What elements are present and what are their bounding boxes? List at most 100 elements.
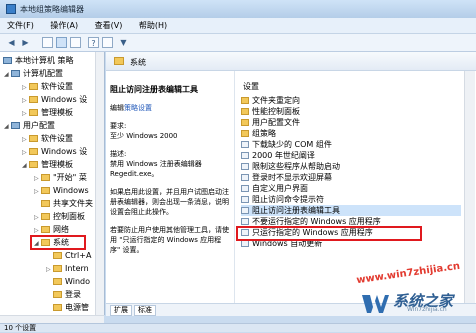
- tree-node-control-panel[interactable]: ▷ 控制面板: [34, 211, 85, 222]
- setting-label: 不要运行指定的 Windows 应用程序: [252, 217, 381, 226]
- tree-node-windows-hotkey[interactable]: Windo: [46, 276, 90, 287]
- collapse-icon[interactable]: ◢: [4, 69, 10, 80]
- setting-row[interactable]: 下载缺少的 COM 组件: [241, 139, 461, 150]
- folder-icon: [41, 187, 50, 194]
- expand-icon[interactable]: ▷: [34, 173, 40, 184]
- menu-help[interactable]: 帮助(H): [132, 18, 174, 31]
- folder-icon: [241, 97, 249, 104]
- menu-action[interactable]: 操作(A): [43, 18, 85, 31]
- folder-icon: [29, 148, 38, 155]
- tree-node-root[interactable]: 本地计算机 策略: [2, 55, 74, 66]
- list-vertical-scrollbar[interactable]: [464, 71, 475, 303]
- expand-icon[interactable]: ▷: [22, 134, 28, 145]
- tree-node-windows-settings[interactable]: ▷ Windows 设: [22, 94, 87, 105]
- tree-node-computer-config[interactable]: ◢ 计算机配置: [4, 68, 63, 79]
- highlight-box-system: [30, 235, 86, 250]
- expand-icon[interactable]: ▷: [34, 212, 40, 223]
- highlight-box-policy: [236, 226, 422, 241]
- setting-row[interactable]: 自定义用户界面: [241, 183, 461, 194]
- tree-node-start-menu[interactable]: ▷ "开始" 菜: [34, 172, 87, 183]
- setting-label: 2000 年世纪阐译: [252, 151, 315, 160]
- tree-node-internet[interactable]: ▷ Intern: [46, 263, 89, 274]
- expand-icon[interactable]: ▷: [22, 147, 28, 158]
- app-icon: [6, 4, 16, 14]
- watermark-logo-icon: [362, 295, 389, 313]
- folder-icon: [53, 304, 62, 311]
- forward-icon[interactable]: ▶: [20, 37, 31, 48]
- setting-row[interactable]: 组策略: [241, 128, 461, 139]
- details-header: 系统: [106, 52, 476, 71]
- setting-row[interactable]: 用户配置文件: [241, 117, 461, 128]
- setting-label: 阻止访问注册表编辑工具: [252, 206, 340, 215]
- status-bar: 10 个设置: [0, 323, 476, 332]
- help-icon[interactable]: ?: [88, 37, 99, 48]
- tree-node-admin-templates[interactable]: ▷ 管理模板: [22, 107, 73, 118]
- policy-settings-link[interactable]: 策略设置: [124, 104, 152, 112]
- requirements-label: 要求:: [110, 122, 127, 130]
- expand-icon[interactable]: ▷: [46, 264, 52, 275]
- tab-standard[interactable]: 标准: [134, 305, 156, 316]
- folder-icon: [41, 213, 50, 220]
- tab-extended[interactable]: 扩展: [110, 305, 132, 316]
- folder-icon: [241, 108, 249, 115]
- expand-icon[interactable]: ▷: [22, 82, 28, 93]
- setting-row[interactable]: 登录时不显示欢迎屏幕: [241, 172, 461, 183]
- folder-icon: [29, 83, 38, 90]
- tree-node-user-windows[interactable]: ▷ Windows 设: [22, 146, 87, 157]
- collapse-icon[interactable]: ◢: [4, 121, 10, 132]
- setting-row[interactable]: 文件夹重定向: [241, 95, 461, 106]
- setting-row[interactable]: 阻止访问命令提示符: [241, 194, 461, 205]
- folder-icon: [29, 161, 38, 168]
- filter-icon[interactable]: ▼: [118, 37, 129, 48]
- export-list-icon[interactable]: [70, 37, 81, 48]
- setting-label: 下载缺少的 COM 组件: [252, 140, 332, 149]
- expand-icon[interactable]: ▷: [22, 95, 28, 106]
- policy-icon: [241, 185, 249, 192]
- folder-icon: [53, 252, 62, 259]
- collapse-icon[interactable]: ◢: [22, 160, 28, 171]
- folder-icon: [29, 109, 38, 116]
- tree-node-user-admin[interactable]: ◢ 管理模板: [22, 159, 73, 170]
- menu-view[interactable]: 查看(V): [88, 18, 130, 31]
- tree-node-user-software[interactable]: ▷ 软件设置: [22, 133, 73, 144]
- setting-row[interactable]: 限制这些程序从帮助启动: [241, 161, 461, 172]
- tree-node-software[interactable]: ▷ 软件设置: [22, 81, 73, 92]
- menu-file[interactable]: 文件(F): [0, 18, 41, 31]
- setting-label: 文件夹重定向: [252, 96, 300, 105]
- policy-icon: [241, 218, 249, 225]
- policy-icon: [241, 240, 249, 247]
- properties-icon[interactable]: [102, 37, 113, 48]
- setting-label: 登录时不显示欢迎屏幕: [252, 173, 332, 182]
- folder-icon: [241, 130, 249, 137]
- policy-icon: [241, 141, 249, 148]
- tree-node-shared-folders[interactable]: 共享文件夹: [34, 198, 93, 209]
- expand-icon[interactable]: ▷: [34, 186, 40, 197]
- tree-node-windows-components[interactable]: ▷ Windows: [34, 185, 89, 196]
- tree-vertical-scrollbar[interactable]: [95, 52, 104, 315]
- tree-node-network[interactable]: ▷ 网络: [34, 224, 69, 235]
- expand-icon[interactable]: ▷: [22, 108, 28, 119]
- details-title: 系统: [130, 58, 146, 67]
- setting-label: 阻止访问命令提示符: [252, 195, 324, 204]
- setting-label: 组策略: [252, 129, 276, 138]
- tree-node-user-config[interactable]: ◢ 用户配置: [4, 120, 55, 131]
- folder-icon: [29, 135, 38, 142]
- title-bar: 本地组策略编辑器: [0, 0, 476, 19]
- tree-node-ctrl-alt-del[interactable]: Ctrl+A: [46, 250, 91, 261]
- folder-icon: [114, 57, 124, 65]
- tree-node-power[interactable]: 电源管: [46, 302, 89, 313]
- window-title: 本地组策略编辑器: [20, 5, 84, 14]
- show-tree-icon[interactable]: [56, 37, 67, 48]
- setting-row[interactable]: 2000 年世纪阐译: [241, 150, 461, 161]
- folder-icon: [241, 119, 249, 126]
- setting-row[interactable]: 阻止访问注册表编辑工具: [241, 205, 461, 216]
- back-icon[interactable]: ◀: [6, 37, 17, 48]
- setting-label: 用户配置文件: [252, 118, 300, 127]
- up-folder-icon[interactable]: [42, 37, 53, 48]
- setting-label: 自定义用户界面: [252, 184, 308, 193]
- setting-row[interactable]: 性能控制面板: [241, 106, 461, 117]
- settings-column-header[interactable]: 设置: [243, 81, 259, 92]
- folder-icon: [41, 226, 50, 233]
- tree-node-logon[interactable]: 登录: [46, 289, 81, 300]
- folder-icon: [29, 96, 38, 103]
